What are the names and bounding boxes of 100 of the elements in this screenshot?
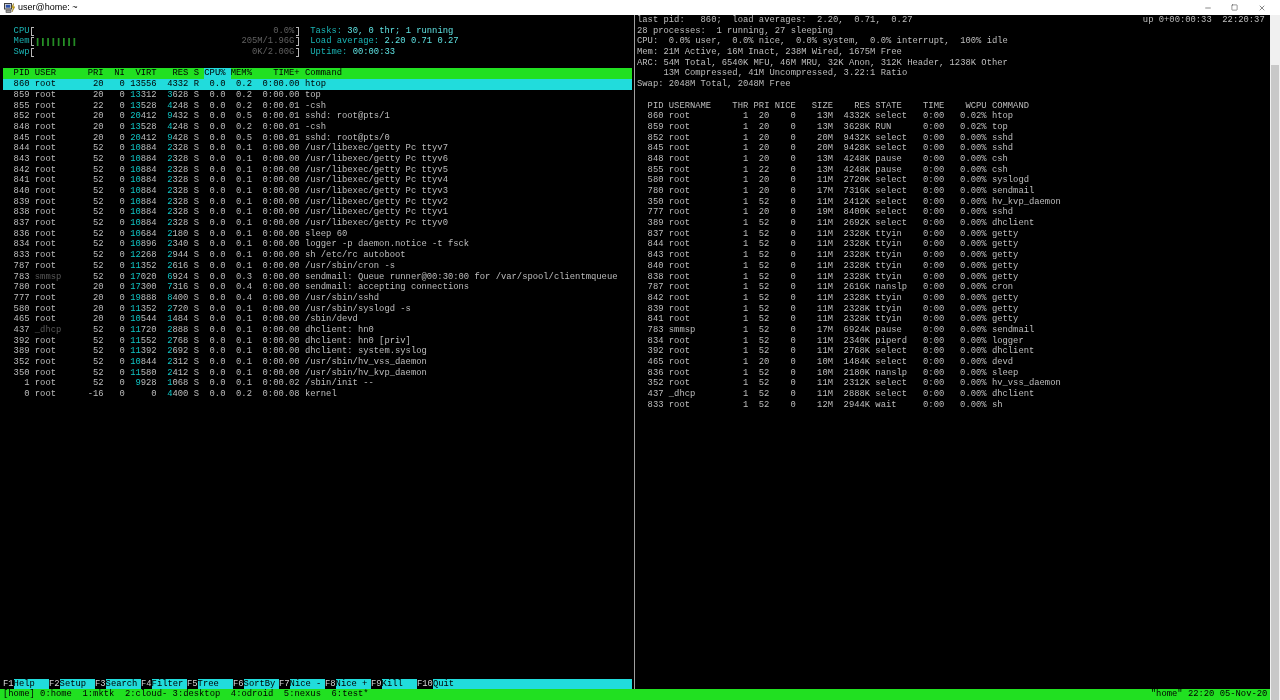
table-cell-text: 860	[12, 79, 31, 90]
process-row[interactable]: 844 root 52 0 10884 2328 S 0.0 0.1 0:00.00 /usr/libexec/getty Pc ttyv7	[3, 143, 632, 154]
table-cell-text: 837	[646, 228, 664, 240]
process-row[interactable]: 842 root 52 0 10884 2328 S 0.0 0.1 0:00.00 /usr/libexec/getty Pc ttyv5	[3, 164, 632, 176]
table-cell-text: 0.0	[208, 292, 227, 304]
process-row[interactable]: 836 root 52 0 10684 2180 S 0.0 0.1 0:00.00 sleep 60	[3, 228, 632, 240]
column-header[interactable]: VIRT	[130, 68, 162, 80]
table-cell-text: 392	[12, 335, 31, 347]
table-cell-text: root	[34, 89, 57, 101]
table-cell-text: 0	[789, 324, 796, 336]
table-cell-text: 52	[92, 378, 105, 390]
process-row[interactable]: 838 root 52 0 10884 2328 S 0.0 0.1 0:00.00 /usr/libexec/getty Pc ttyv1	[3, 207, 632, 219]
table-cell-text: 20	[92, 314, 105, 325]
process-row[interactable]: 392 root 52 0 11552 2768 S 0.0 0.1 0:00.00 dhclient: hn0 [priv]	[3, 335, 632, 347]
process-row[interactable]: 855 root 22 0 13528 4248 S 0.0 0.2 0:00.01 -csh	[3, 100, 632, 112]
window-tab[interactable]: 4:odroid	[230, 689, 274, 700]
table-cell-text: /usr/libexec/getty Pc ttyv2	[304, 196, 448, 207]
table-cell: 4332K	[843, 111, 871, 122]
scrollbar[interactable]	[1270, 15, 1280, 700]
table-cell-text: 0:00.02	[261, 378, 301, 390]
table-cell: getty	[991, 260, 1019, 272]
scrollbar-thumb[interactable]	[1271, 65, 1279, 700]
table-cell-text: 11M	[816, 260, 833, 272]
window-tab[interactable]: 1:mktk	[82, 689, 115, 700]
table-cell-text: root	[668, 164, 691, 176]
column-header[interactable]: TIME+	[257, 68, 305, 80]
column-header[interactable]: PRI	[87, 68, 109, 80]
table-cell-text: 0.1	[235, 250, 253, 261]
table-cell-text: 10884	[130, 143, 158, 154]
process-row[interactable]: 352 root 52 0 10844 2312 S 0.0 0.1 0:00.00 /usr/sbin/hv_vss_daemon	[3, 357, 632, 368]
process-row[interactable]: 834 root 52 0 10896 2340 S 0.0 0.1 0:00.00 logger -p daemon.notice -t fsck	[3, 239, 632, 251]
table-cell-text: 20	[757, 143, 770, 154]
window-title: user@home: ~	[18, 1, 78, 14]
process-row[interactable]: 580 root 20 0 11352 2720 S 0.0 0.1 0:00.00 /usr/sbin/syslogd -s	[3, 303, 632, 315]
status-line: 28 processes: 1 running, 27 sleeping	[637, 25, 834, 36]
table-cell-text: 840	[646, 260, 664, 272]
process-row[interactable]: 845 root 20 0 20412 9428 S 0.0 0.5 0:00.01 sshd: root@pts/0	[3, 132, 632, 144]
window-tab[interactable]: 6:test*	[331, 689, 369, 700]
table-cell-text: 580	[12, 303, 31, 315]
column-header[interactable]: Command	[304, 68, 342, 80]
table-cell: 0:00	[923, 389, 945, 400]
table-cell-text: 0	[789, 228, 796, 240]
column-header[interactable]: USER	[34, 68, 88, 80]
process-row[interactable]: 859 root 20 0 13312 3628 S 0.0 0.2 0:00.00 top	[3, 89, 632, 101]
table-cell: 0:00	[923, 378, 945, 390]
table-cell-text: S	[193, 143, 200, 154]
table-cell-text: 1	[741, 314, 749, 325]
table-cell-text: -16	[87, 389, 105, 400]
process-row[interactable]: 860 root 20 0 13556 4332 R 0.0 0.2 0:00.00 htop	[3, 79, 632, 90]
process-row[interactable]: 848 root 20 0 13528 4248 S 0.0 0.2 0:00.01 -csh	[3, 121, 632, 133]
process-row[interactable]: 389 root 52 0 11392 2692 S 0.0 0.1 0:00.00 dhclient: system.syslog	[3, 346, 632, 357]
column-header[interactable]: CPU%	[204, 68, 231, 80]
table-cell: dhclient: hn0	[304, 324, 374, 336]
process-row[interactable]: 841 root 52 0 10884 2328 S 0.0 0.1 0:00.00 /usr/libexec/getty Pc ttyv4	[3, 175, 632, 186]
table-cell-text: select	[875, 378, 908, 389]
table-cell-text: 0.1	[235, 260, 253, 272]
table-cell-text: 52	[92, 357, 105, 368]
process-row[interactable]: 437 _dhcp 52 0 11720 2888 S 0.0 0.1 0:00.00 dhclient: hn0	[3, 324, 632, 336]
table-cell-text: 2888	[166, 324, 190, 336]
process-row[interactable]: 780 root 20 0 17300 7316 S 0.0 0.4 0:00.00 sendmail: accepting connections	[3, 282, 632, 293]
table-cell-text: root	[668, 132, 691, 144]
process-row[interactable]: 1 root 52 0 9928 1068 S 0.0 0.1 0:00.02 /sbin/init --	[3, 378, 632, 390]
column-header[interactable]: S	[193, 68, 205, 80]
process-row[interactable]: 839 root 52 0 10884 2328 S 0.0 0.1 0:00.00 /usr/libexec/getty Pc ttyv2	[3, 196, 632, 208]
table-cell-text: root	[34, 175, 57, 186]
process-row[interactable]: 787 root 52 0 11352 2616 S 0.0 0.1 0:00.00 /usr/sbin/cron -s	[3, 260, 632, 272]
process-row[interactable]: 852 root 20 0 20412 9432 S 0.0 0.5 0:00.01 sshd: root@pts/1	[3, 111, 632, 122]
table-cell-text: 392	[646, 346, 664, 357]
table-cell-text: 2412	[166, 367, 190, 379]
window-tab[interactable]: 0:home	[40, 689, 72, 700]
process-row[interactable]: 783 smmsp 52 0 17020 6924 S 0.0 0.3 0:00.00 sendmail: Queue runner@00:30:00 for /var/spool/clientmqueue	[3, 271, 632, 283]
column-header[interactable]: RES	[161, 68, 194, 80]
process-row[interactable]: 837 root 52 0 10884 2328 S 0.0 0.1 0:00.00 /usr/libexec/getty Pc ttyv0	[3, 218, 632, 229]
table-cell: 0.00%	[960, 367, 987, 379]
column-header[interactable]: MEM%	[230, 68, 258, 80]
window-tab[interactable]: 5:nexus	[283, 689, 321, 700]
process-row[interactable]: 843 root 52 0 10884 2328 S 0.0 0.1 0:00.00 /usr/libexec/getty Pc ttyv6	[3, 153, 632, 165]
column-header[interactable]: NI	[108, 68, 131, 80]
table-cell-text: 0.1	[235, 196, 253, 208]
process-row[interactable]: 350 root 52 0 11580 2412 S 0.0 0.1 0:00.00 /usr/sbin/hv_kvp_daemon	[3, 367, 632, 379]
table-cell: 0:00	[923, 335, 945, 347]
window-tab[interactable]: 2:cloud-	[124, 689, 168, 700]
process-row[interactable]: 0 root -16 0 0 4400 S 0.0 0.2 0:00.08 kernel	[3, 389, 632, 400]
process-row[interactable]: 840 root 52 0 10884 2328 S 0.0 0.1 0:00.00 /usr/libexec/getty Pc ttyv3	[3, 186, 632, 197]
process-row[interactable]: 465 root 20 0 10544 1484 S 0.0 0.1 0:00.00 /sbin/devd	[3, 314, 632, 325]
table-cell-text: 780	[646, 186, 664, 197]
column-header[interactable]: PID	[3, 68, 35, 80]
table-cell-text: 1	[741, 164, 749, 176]
table-cell-text: 0	[150, 389, 158, 400]
table-cell-text: 2312	[166, 357, 190, 368]
table-cell-text: 52	[92, 260, 105, 272]
table-cell-text: 2720	[166, 303, 190, 315]
table-cell-text: 787	[12, 260, 31, 272]
table-cell-text: 0	[118, 143, 126, 154]
process-row[interactable]: 777 root 20 0 19888 8400 S 0.0 0.4 0:00.00 /usr/sbin/sshd	[3, 292, 632, 304]
table-cell-text: 838	[12, 207, 31, 219]
table-cell: 0.00%	[960, 357, 987, 368]
process-row[interactable]: 833 root 52 0 12268 2944 S 0.0 0.1 0:00.00 sh /etc/rc autoboot	[3, 250, 632, 261]
table-cell-text: 0.0	[208, 271, 227, 283]
window-tab[interactable]: 3:desktop	[172, 689, 221, 700]
